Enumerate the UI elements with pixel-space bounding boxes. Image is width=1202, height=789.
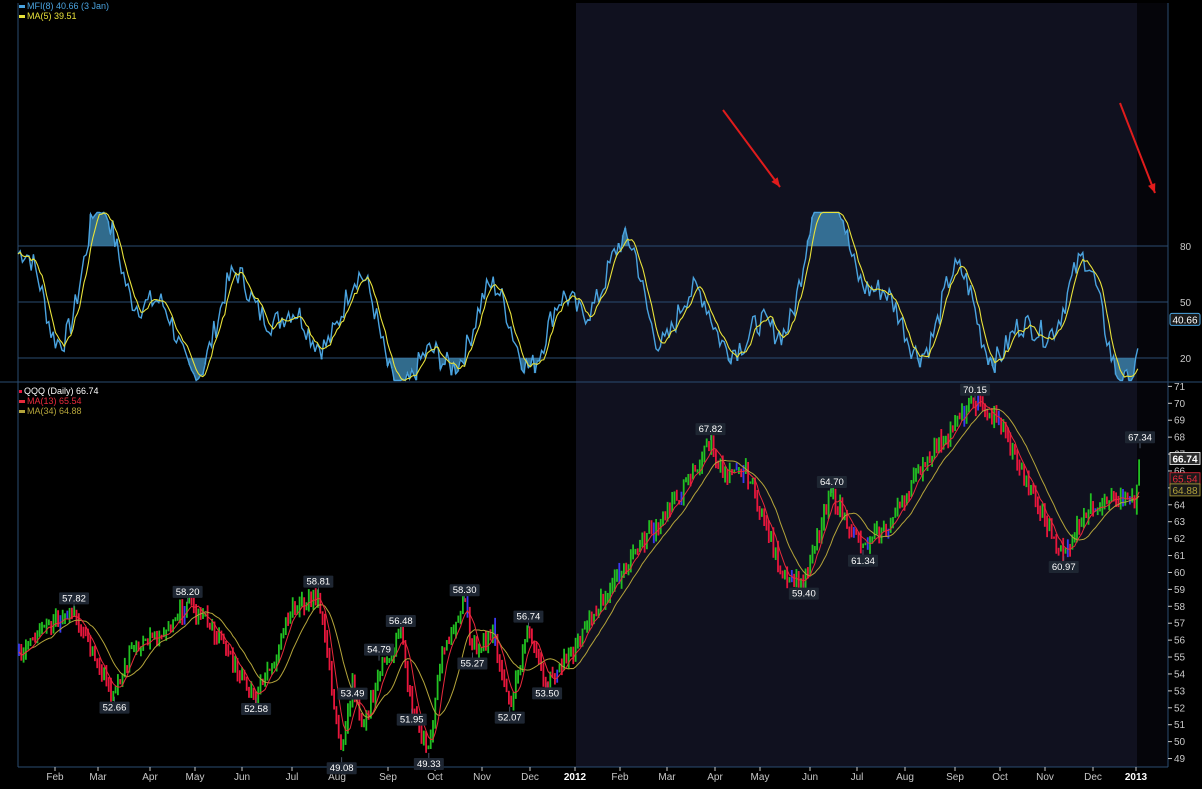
price-annotation-label: 49.33 xyxy=(417,759,441,770)
x-tick-label: Feb xyxy=(611,772,629,783)
price-annotation-label: 58.30 xyxy=(453,585,477,596)
x-tick-label: Dec xyxy=(1084,772,1102,783)
x-tick-label: Feb xyxy=(46,772,64,783)
ma13-legend: MA(13) 65.54 xyxy=(19,396,82,406)
x-tick-label: Sep xyxy=(946,772,964,783)
price-y-tick-label: 69 xyxy=(1174,416,1186,427)
price-y-tick-label: 56 xyxy=(1174,636,1186,647)
price-annotation-label: 58.20 xyxy=(176,587,200,598)
highlight-region-2013 xyxy=(1137,3,1168,767)
ma34-legend-text: MA(34) 64.88 xyxy=(27,406,82,416)
price-annotation-label: 55.27 xyxy=(461,658,485,669)
mfi-y-tick-label: 50 xyxy=(1180,298,1192,309)
ma34-legend: MA(34) 64.88 xyxy=(19,406,82,416)
price-y-tick-label: 63 xyxy=(1174,517,1186,528)
price-y-tick-label: 59 xyxy=(1174,585,1186,596)
x-tick-label: Jun xyxy=(234,772,250,783)
price-annotation-label: 53.50 xyxy=(535,688,559,699)
x-tick-label: Jul xyxy=(851,772,864,783)
x-tick-label: 2012 xyxy=(564,772,587,783)
price-annotation-label: 56.48 xyxy=(389,616,413,627)
price-annotation-label: 67.82 xyxy=(699,424,723,435)
price-annotation-label: 56.74 xyxy=(517,612,541,623)
price-legend-text: QQQ (Daily) 66.74 xyxy=(24,386,99,396)
price-y-tick-label: 58 xyxy=(1174,602,1186,613)
price-y-tick-label: 64 xyxy=(1174,500,1186,511)
highlight-region-2012 xyxy=(576,3,1137,767)
price-annotation-label: 59.40 xyxy=(792,589,816,600)
ma34-legend-swatch xyxy=(19,410,25,414)
x-tick-label: Nov xyxy=(1036,772,1054,783)
price-annotation-label: 53.49 xyxy=(341,689,365,700)
price-y-tick-label: 70 xyxy=(1174,399,1186,410)
price-legend-swatch xyxy=(19,390,22,394)
x-tick-label: Oct xyxy=(427,772,443,783)
price-y-tick-label: 57 xyxy=(1174,619,1186,630)
x-tick-label: Nov xyxy=(473,772,491,783)
mfi-legend-swatch xyxy=(19,5,25,9)
price-y-tick-label: 51 xyxy=(1174,720,1186,731)
mfi-legend-text: MFI(8) 40.66 (3 Jan) xyxy=(27,1,110,11)
x-tick-label: Aug xyxy=(896,772,914,783)
x-tick-label: 2013 xyxy=(1125,772,1148,783)
mfi-ma-legend-swatch xyxy=(19,15,25,19)
x-tick-label: Mar xyxy=(89,772,107,783)
price-y-tick-label: 55 xyxy=(1174,653,1186,664)
price-y-tick-label: 62 xyxy=(1174,534,1186,545)
price-annotation-label: 70.15 xyxy=(963,385,987,396)
price-annotation-label: 52.66 xyxy=(103,703,127,714)
chart-background xyxy=(0,0,1202,789)
mfi-y-tick-label: 20 xyxy=(1180,354,1192,365)
price-annotation-label: 52.07 xyxy=(498,713,522,724)
mfi-y-tick-label: 80 xyxy=(1180,242,1192,253)
x-tick-label: Mar xyxy=(658,772,676,783)
price-y-tick-label: 60 xyxy=(1174,568,1186,579)
price-y-tick-label: 71 xyxy=(1174,382,1186,393)
ma13-legend-text: MA(13) 65.54 xyxy=(27,396,82,406)
x-tick-label: Sep xyxy=(379,772,397,783)
x-tick-label: Apr xyxy=(142,772,158,783)
price-annotation-label: 60.97 xyxy=(1052,562,1076,573)
price-y-tick-label: 68 xyxy=(1174,433,1186,444)
chart-canvas: 40.66 8050207170696867666564636261605958… xyxy=(0,0,1202,789)
mfi-ma-legend-text: MA(5) 39.51 xyxy=(27,11,77,21)
price-y-tick-label: 61 xyxy=(1174,551,1186,562)
price-y-tick-label: 54 xyxy=(1174,669,1186,680)
ma13-legend-swatch xyxy=(19,400,25,404)
x-tick-label: Apr xyxy=(707,772,723,783)
price-annotation-label: 58.81 xyxy=(306,577,330,588)
x-tick-label: Jul xyxy=(286,772,299,783)
x-tick-label: Dec xyxy=(521,772,539,783)
price-annotation-label: 57.82 xyxy=(62,593,86,604)
price-annotation-label: 52.58 xyxy=(244,704,268,715)
x-tick-label: May xyxy=(751,772,770,783)
current-price-label: 66.74 xyxy=(1172,454,1197,465)
mfi-legend: MFI(8) 40.66 (3 Jan) xyxy=(19,1,109,11)
x-tick-label: Oct xyxy=(992,772,1008,783)
price-y-tick-label: 49 xyxy=(1174,754,1186,765)
current-ma34-label: 64.88 xyxy=(1172,486,1197,497)
price-y-tick-label: 50 xyxy=(1174,737,1186,748)
mfi-current-value-label: 40.66 xyxy=(1172,315,1197,326)
price-annotation-label: 51.95 xyxy=(400,715,424,726)
price-legend: QQQ (Daily) 66.74 xyxy=(19,386,99,396)
x-tick-label: May xyxy=(186,772,205,783)
price-y-tick-label: 53 xyxy=(1174,686,1186,697)
price-annotation-label: 54.79 xyxy=(367,645,391,656)
x-tick-label: Jun xyxy=(802,772,818,783)
mfi-ma-legend: MA(5) 39.51 xyxy=(19,11,77,21)
price-annotation-label: 61.34 xyxy=(851,556,875,567)
price-annotation-label: 67.34 xyxy=(1128,432,1152,443)
price-annotation-label: 64.70 xyxy=(820,477,844,488)
price-y-tick-label: 52 xyxy=(1174,703,1186,714)
price-annotation-label: 49.08 xyxy=(330,763,354,774)
